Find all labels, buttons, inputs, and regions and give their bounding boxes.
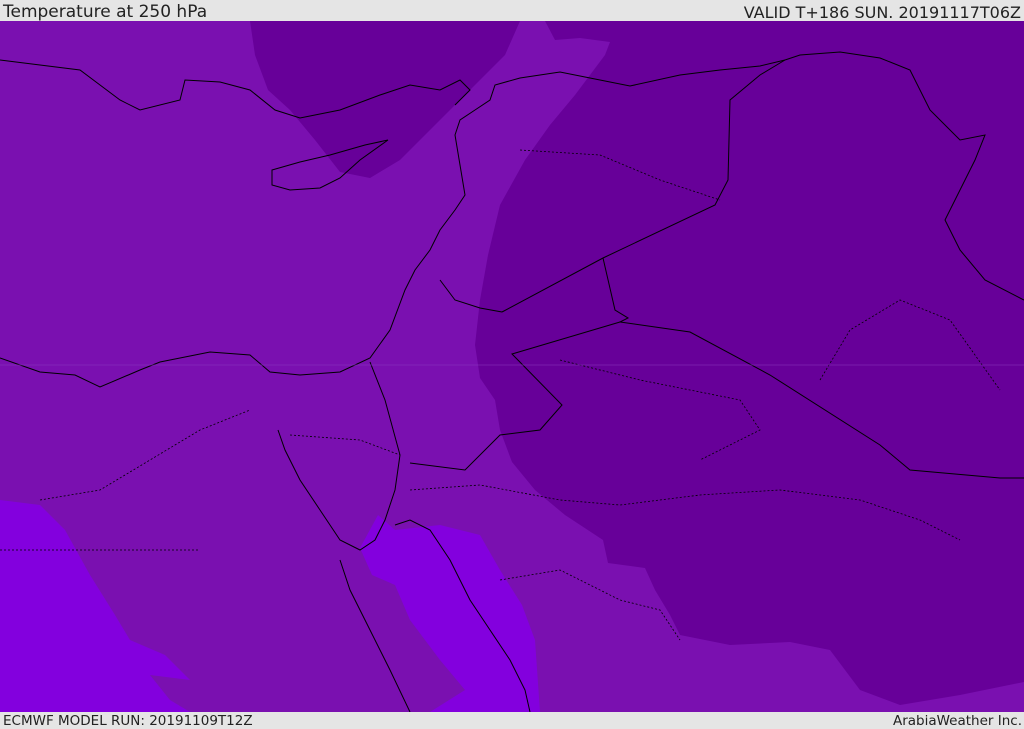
model-run: ECMWF MODEL RUN: 20191109T12Z xyxy=(3,713,253,729)
temperature-map[interactable] xyxy=(0,21,1024,712)
footer-bar: ECMWF MODEL RUN: 20191109T12Z ArabiaWeat… xyxy=(0,712,1024,729)
brand-credit: ArabiaWeather Inc. xyxy=(892,713,1022,729)
header-bar: Temperature at 250 hPa VALID T+186 SUN. … xyxy=(0,0,1024,22)
valid-time: VALID T+186 SUN. 20191117T06Z xyxy=(743,3,1021,22)
map-title: Temperature at 250 hPa xyxy=(3,2,208,22)
